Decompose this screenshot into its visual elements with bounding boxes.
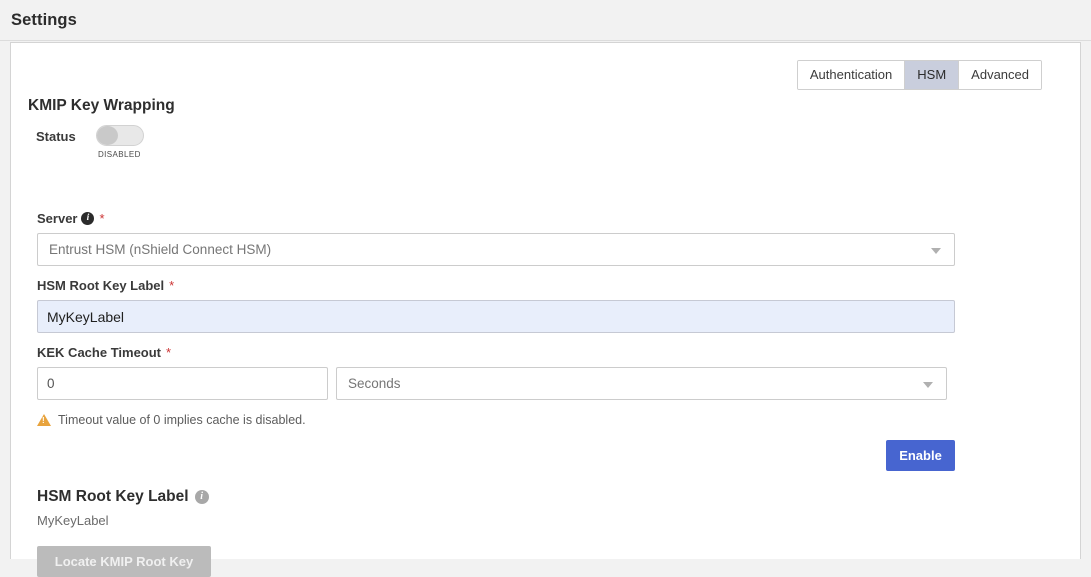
section-title-kmip-key-wrapping: KMIP Key Wrapping (28, 97, 175, 114)
kek-cache-timeout-label: KEK Cache Timeout * (37, 345, 947, 360)
status-label: Status (36, 129, 76, 144)
hsm-root-key-label-input[interactable] (37, 300, 955, 333)
page-header: Settings (0, 0, 1091, 41)
required-asterisk: * (166, 345, 172, 360)
info-icon[interactable]: i (81, 212, 95, 225)
kek-cache-timeout-input[interactable] (37, 367, 328, 400)
cache-disabled-warning: Timeout value of 0 implies cache is disa… (37, 413, 306, 427)
chevron-down-icon (931, 248, 941, 254)
locate-kmip-root-key-button[interactable]: Locate KMIP Root Key (37, 546, 211, 577)
kek-cache-timeout-label-text: KEK Cache Timeout (37, 345, 162, 360)
kek-cache-timeout-unit-value: Seconds (348, 376, 401, 391)
server-label-text: Server (37, 211, 78, 226)
server-select-value: Entrust HSM (nShield Connect HSM) (49, 242, 272, 257)
hsm-root-key-summary-block: HSM Root Key Label i MyKeyLabel Locate K… (37, 488, 211, 577)
cache-disabled-warning-text: Timeout value of 0 implies cache is disa… (58, 413, 306, 427)
hsm-root-key-label-text: HSM Root Key Label (37, 278, 165, 293)
server-select[interactable]: Entrust HSM (nShield Connect HSM) (37, 233, 955, 266)
info-icon[interactable]: i (194, 490, 209, 504)
kmip-key-wrapping-toggle[interactable] (96, 125, 144, 146)
hsm-root-key-label-block: HSM Root Key Label * (37, 278, 955, 333)
toggle-knob (97, 126, 118, 145)
settings-content-panel: Authentication HSM Advanced KMIP Key Wra… (10, 42, 1081, 577)
page-title: Settings (11, 11, 77, 29)
tab-authentication[interactable]: Authentication (797, 61, 906, 89)
kek-cache-timeout-unit-select[interactable]: Seconds (336, 367, 947, 400)
server-label: Server i * (37, 211, 955, 226)
chevron-down-icon (923, 382, 933, 388)
hsm-root-key-summary-heading-text: HSM Root Key Label (37, 488, 189, 505)
kek-cache-timeout-row: Seconds (37, 367, 947, 400)
kek-cache-timeout-block: KEK Cache Timeout * Seconds (37, 345, 947, 400)
settings-tab-group: Authentication HSM Advanced (796, 60, 1042, 90)
hsm-root-key-summary-value: MyKeyLabel (37, 513, 109, 528)
warning-triangle-icon (37, 414, 51, 426)
hsm-root-key-label-label: HSM Root Key Label * (37, 278, 955, 293)
tab-advanced[interactable]: Advanced (959, 61, 1041, 89)
server-field-block: Server i * Entrust HSM (nShield Connect … (37, 211, 955, 266)
required-asterisk: * (99, 211, 105, 226)
enable-button[interactable]: Enable (886, 440, 955, 471)
required-asterisk: * (169, 278, 175, 293)
hsm-root-key-summary-heading: HSM Root Key Label i (37, 488, 211, 506)
toggle-state-text: DISABLED (98, 150, 141, 159)
tab-hsm[interactable]: HSM (905, 61, 960, 89)
